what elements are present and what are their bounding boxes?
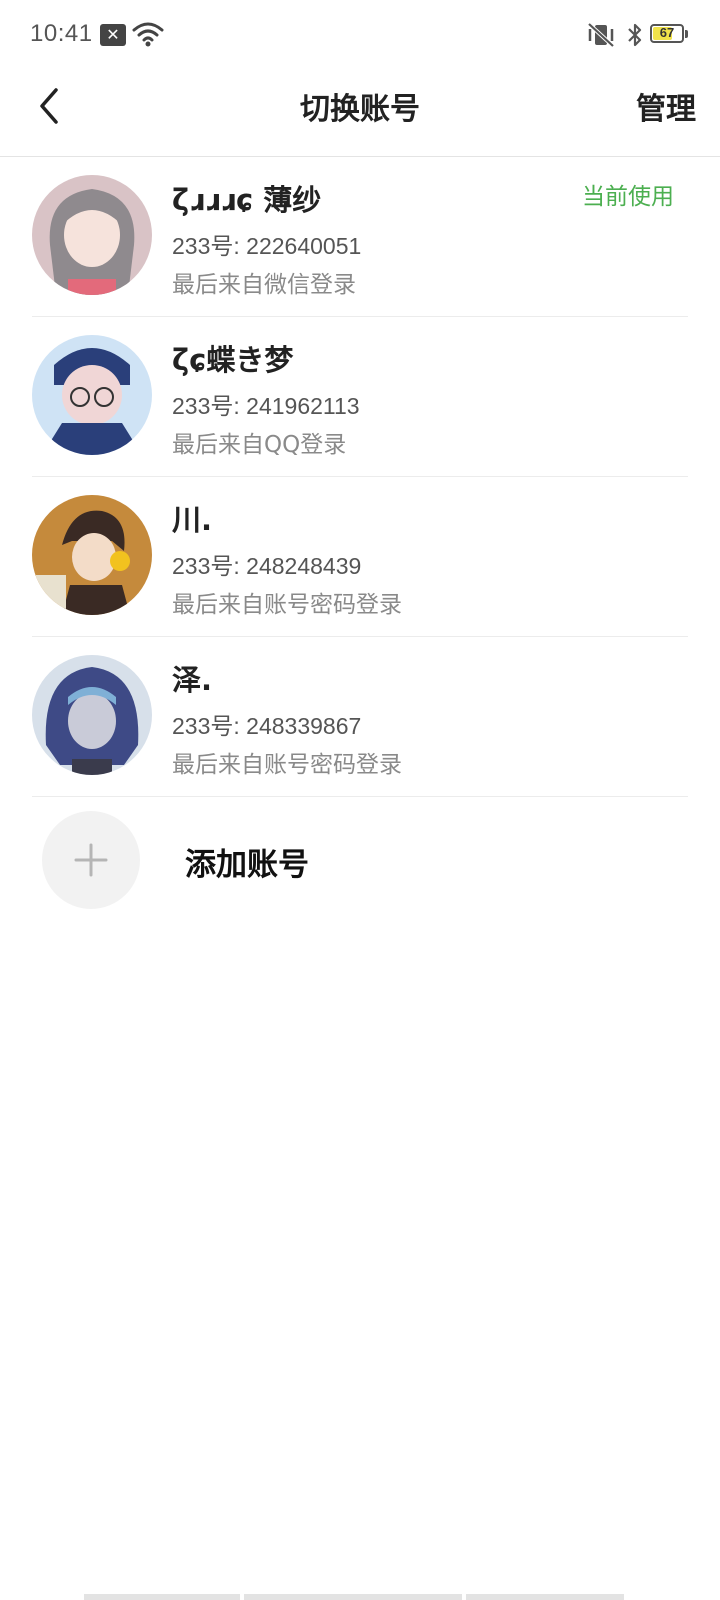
account-id: 233号: 241962113 [172,393,360,419]
avatar [32,495,152,615]
wifi-icon [132,22,164,47]
status-bar: 10:41 ✕ 67 [0,0,720,70]
add-account-circle [42,811,140,909]
plus-icon [74,843,108,877]
account-item[interactable]: ζɕ蝶き梦 233号: 241962113 最后来自QQ登录 [0,317,720,477]
account-id: 233号: 222640051 [172,233,362,259]
account-name: ζɕ蝶き梦 [172,343,294,377]
notification-icon: ✕ [100,24,126,46]
login-source: 最后来自QQ登录 [172,432,347,458]
account-id: 233号: 248248439 [172,553,362,579]
battery-tip [685,30,688,38]
avatar [32,175,152,295]
app-header: 切换账号 管理 [0,70,720,157]
vibrate-off-icon [587,22,615,48]
login-source: 最后来自微信登录 [172,272,356,298]
account-name: 泽. [172,663,213,697]
bluetooth-icon [628,23,642,47]
status-time: 10:41 [30,20,93,47]
account-id: 233号: 248339867 [172,713,362,739]
add-account-label: 添加账号 [185,847,309,883]
account-name: 川. [172,503,213,537]
battery-icon: 67 [650,24,684,43]
account-item[interactable]: ζɹɹɹɕ 薄纱 233号: 222640051 最后来自微信登录 当前使用 [0,157,720,317]
battery-level-text: 67 [659,25,675,40]
login-source: 最后来自账号密码登录 [172,752,402,778]
switch-account-screen: 10:41 ✕ 67 切换账号 管理 ζɹɹɹɕ 薄纱 233号: 222640… [0,0,720,1600]
account-list: ζɹɹɹɕ 薄纱 233号: 222640051 最后来自微信登录 当前使用 ζ… [0,157,720,797]
avatar [32,655,152,775]
avatar [32,335,152,455]
current-account-badge: 当前使用 [582,184,674,210]
account-item[interactable]: 泽. 233号: 248339867 最后来自账号密码登录 [0,637,720,797]
page-title: 切换账号 [300,92,420,127]
add-account-button[interactable]: 添加账号 [0,797,720,917]
account-item[interactable]: 川. 233号: 248248439 最后来自账号密码登录 [0,477,720,637]
manage-button[interactable]: 管理 [636,84,696,128]
navigation-handle[interactable] [84,1594,636,1600]
login-source: 最后来自账号密码登录 [172,592,402,618]
account-name: ζɹɹɹɕ 薄纱 [172,183,322,217]
